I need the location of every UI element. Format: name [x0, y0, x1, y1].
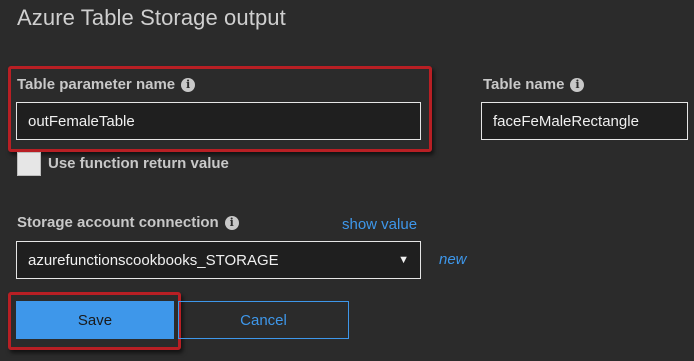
panel-title: Azure Table Storage output: [17, 5, 286, 30]
table-parameter-input[interactable]: outFemaleTable: [16, 102, 421, 140]
storage-connection-selected: azurefunctionscookbooks_STORAGE: [28, 251, 279, 269]
info-icon[interactable]: i: [570, 77, 585, 92]
table-name-label: Table name i: [483, 76, 585, 93]
cancel-button[interactable]: Cancel: [178, 301, 349, 339]
table-parameter-label: Table parameter name i: [17, 76, 196, 93]
info-icon[interactable]: i: [181, 77, 196, 92]
new-connection-link[interactable]: new: [439, 251, 467, 268]
triangle-down-icon: ▼: [398, 254, 409, 266]
storage-connection-select[interactable]: azurefunctionscookbooks_STORAGE ▼: [16, 241, 421, 279]
table-parameter-label-text: Table parameter name: [17, 76, 176, 93]
storage-connection-label: Storage account connection i: [17, 214, 239, 231]
show-value-link[interactable]: show value: [342, 216, 417, 233]
info-icon[interactable]: i: [224, 215, 239, 230]
table-name-label-text: Table name: [483, 76, 565, 93]
return-value-label: Use function return value: [48, 155, 229, 172]
save-button[interactable]: Save: [16, 301, 174, 339]
table-name-input[interactable]: faceFeMaleRectangle: [481, 102, 688, 140]
return-value-checkbox[interactable]: [17, 152, 41, 176]
storage-connection-label-text: Storage account connection: [17, 214, 219, 231]
